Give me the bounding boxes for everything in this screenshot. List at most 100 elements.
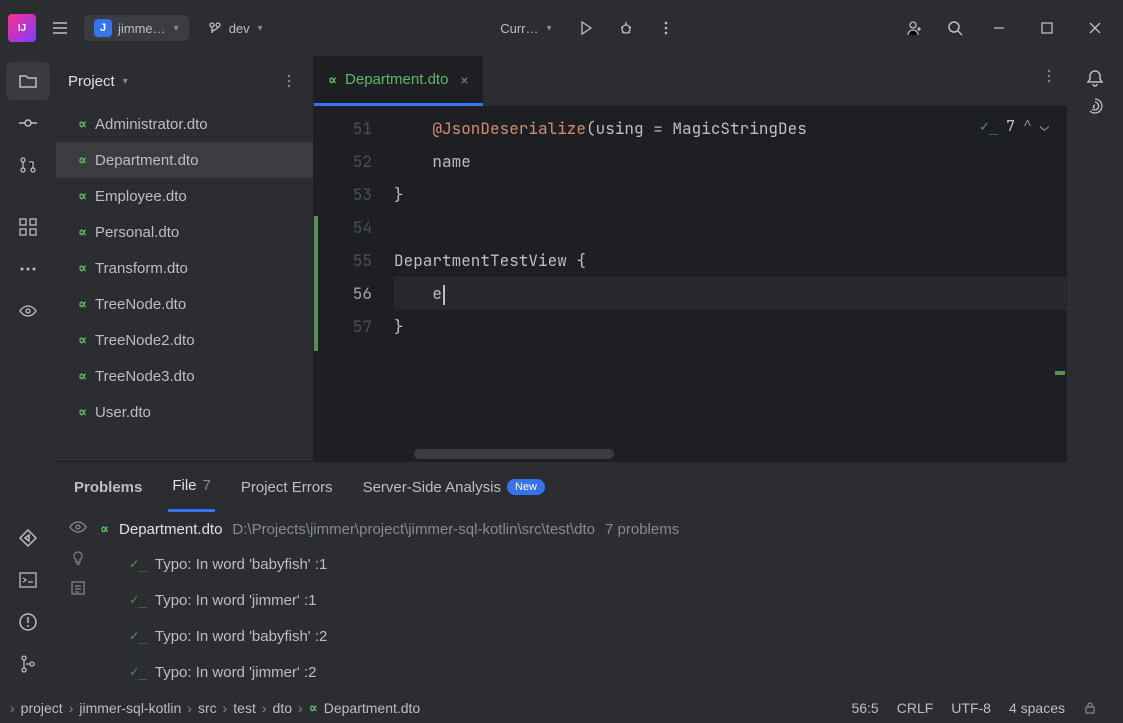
list-icon[interactable] [70, 580, 86, 596]
chevron-down-icon[interactable]: ▾ [123, 76, 128, 87]
chevron-down-icon[interactable]: ⌄ [1040, 116, 1049, 136]
tab-server-analysis[interactable]: Server-Side Analysis New [359, 462, 549, 512]
breadcrumb-item[interactable]: dto [273, 700, 292, 716]
project-tool-icon[interactable] [6, 62, 50, 100]
pull-requests-icon[interactable] [6, 146, 50, 184]
debug-button[interactable] [610, 12, 642, 44]
tree-item[interactable]: ∝Transform.dto [56, 250, 313, 286]
problem-item[interactable]: ✓̲Typo: In word 'babyfish' :2 [100, 618, 1067, 654]
chevron-right-icon: › [223, 700, 228, 716]
tree-item[interactable]: ∝Employee.dto [56, 178, 313, 214]
new-badge: New [507, 479, 545, 495]
problems-file-row[interactable]: ∝ Department.dto D:\Projects\jimmer\proj… [100, 512, 1067, 546]
dto-icon: ∝ [100, 520, 109, 538]
right-tool-rail [1067, 56, 1123, 693]
line-separator[interactable]: CRLF [897, 700, 934, 716]
tree-item[interactable]: ∝User.dto [56, 394, 313, 430]
ai-spiral-icon[interactable] [1085, 96, 1105, 116]
file-encoding[interactable]: UTF-8 [951, 700, 991, 716]
vcs-branch-selector[interactable]: dev ▾ [197, 16, 273, 40]
branch-icon [207, 20, 223, 36]
tree-item[interactable]: ∝TreeNode2.dto [56, 322, 313, 358]
tree-item[interactable]: ∝TreeNode3.dto [56, 358, 313, 394]
indent-setting[interactable]: 4 spaces [1009, 700, 1065, 716]
vcs-tool-icon[interactable] [6, 645, 50, 683]
change-marker [314, 216, 318, 351]
structure-tool-icon[interactable] [6, 208, 50, 246]
tab-project-errors[interactable]: Project Errors [237, 462, 337, 512]
project-initial-box: J [94, 19, 112, 37]
close-icon[interactable]: × [460, 72, 468, 88]
dto-icon: ∝ [78, 295, 87, 313]
horizontal-scrollbar[interactable] [414, 449, 614, 459]
bulb-icon[interactable] [70, 550, 86, 566]
close-button[interactable] [1075, 12, 1115, 44]
tab-problems[interactable]: Problems [70, 462, 146, 512]
dto-icon: ∝ [78, 115, 87, 133]
typo-icon: ✓̲ [130, 556, 147, 572]
notifications-icon[interactable] [1085, 68, 1105, 88]
editor-tab-active[interactable]: ∝ Department.dto × [314, 56, 483, 106]
chevron-down-icon: ▾ [174, 23, 179, 34]
eye-icon[interactable] [69, 518, 87, 536]
lock-icon[interactable] [1083, 701, 1097, 715]
chevron-right-icon: › [262, 700, 267, 716]
dto-icon: ∝ [328, 71, 337, 89]
minimize-button[interactable] [979, 12, 1019, 44]
breadcrumb-item[interactable]: src [198, 700, 217, 716]
more-actions-icon[interactable] [650, 12, 682, 44]
inspection-badge[interactable]: ✓̲ 7 ^ ⌄ [980, 116, 1049, 136]
tree-item-selected[interactable]: ∝Department.dto [56, 142, 313, 178]
hamburger-icon[interactable] [44, 12, 76, 44]
chevron-right-icon: › [187, 700, 192, 716]
search-icon[interactable] [939, 12, 971, 44]
problem-item[interactable]: ✓̲Typo: In word 'jimmer' :1 [100, 582, 1067, 618]
breadcrumb-item[interactable]: test [233, 700, 256, 716]
tab-file[interactable]: File 7 [168, 462, 215, 512]
tree-item[interactable]: ∝TreeNode.dto [56, 286, 313, 322]
breadcrumb-item[interactable]: jimmer-sql-kotlin [79, 700, 181, 716]
ide-logo: IJ [8, 14, 36, 42]
problems-tool-icon[interactable] [6, 603, 50, 641]
more-tools-icon[interactable] [6, 250, 50, 288]
scrollbar-marker [1055, 371, 1065, 375]
caret-position[interactable]: 56:5 [851, 700, 878, 716]
more-actions-icon[interactable] [277, 69, 301, 93]
eye-tool-icon[interactable] [6, 292, 50, 330]
run-tool-icon[interactable] [6, 519, 50, 557]
tree-item[interactable]: ∝Administrator.dto [56, 106, 313, 142]
dto-icon: ∝ [78, 151, 87, 169]
project-selector[interactable]: J jimme… ▾ [84, 15, 189, 41]
terminal-tool-icon[interactable] [6, 561, 50, 599]
tree-item[interactable]: ∝Personal.dto [56, 214, 313, 250]
check-icon: ✓̲ [980, 116, 998, 136]
gutter: 51 52 53 54 55 56 57 [314, 106, 394, 461]
project-name: jimme… [118, 21, 166, 36]
branch-name: dev [229, 21, 250, 36]
typo-icon: ✓̲ [130, 592, 147, 608]
titlebar: IJ J jimme… ▾ dev ▾ Curr… ▾ [0, 0, 1123, 56]
caret [443, 285, 445, 305]
code-with-me-icon[interactable] [899, 12, 931, 44]
problems-content: ∝ Department.dto D:\Projects\jimmer\proj… [100, 512, 1067, 693]
chevron-up-icon[interactable]: ^ [1023, 116, 1032, 136]
run-button[interactable] [570, 12, 602, 44]
project-tree[interactable]: ∝Administrator.dto ∝Department.dto ∝Empl… [56, 106, 313, 461]
editor-menu-icon[interactable] [1041, 68, 1057, 84]
project-panel-title: Project [68, 73, 115, 90]
status-widgets: 56:5 CRLF UTF-8 4 spaces [851, 700, 1113, 716]
dto-icon: ∝ [78, 187, 87, 205]
run-config-name: Curr… [500, 21, 538, 36]
problem-item[interactable]: ✓̲Typo: In word 'jimmer' :2 [100, 654, 1067, 690]
center-column: Project ▾ ∝Administrator.dto ∝Department… [56, 56, 1067, 693]
problems-tabs: Problems File 7 Project Errors Server-Si… [56, 462, 1067, 512]
commit-tool-icon[interactable] [6, 104, 50, 142]
problem-item[interactable]: ✓̲Typo: In word 'babyfish' :1 [100, 546, 1067, 582]
code-editor[interactable]: 51 52 53 54 55 56 57 @JsonDeserialize(us… [314, 106, 1067, 461]
dto-icon: ∝ [78, 331, 87, 349]
breadcrumb-file[interactable]: ∝ Department.dto [309, 699, 421, 717]
breadcrumb-item[interactable]: project [21, 700, 63, 716]
run-config-selector[interactable]: Curr… ▾ [490, 17, 561, 40]
maximize-button[interactable] [1027, 12, 1067, 44]
editor-tabbar: ∝ Department.dto × [314, 56, 1067, 106]
